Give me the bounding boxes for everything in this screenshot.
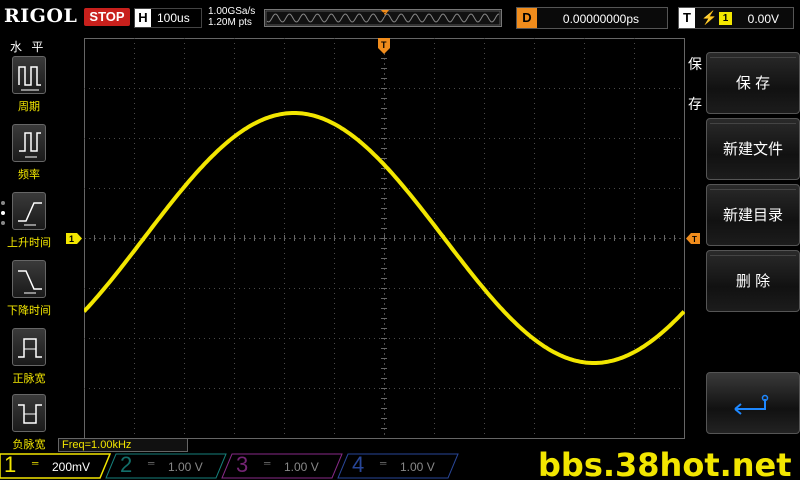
measure-negative-width-label: 负脉宽 [12, 439, 46, 451]
softkey-new-folder[interactable]: 新建目录 [706, 184, 800, 246]
fall-time-icon [12, 260, 46, 298]
watermark: bbs.38hot.net [538, 446, 792, 480]
dc-coupling-icon: ═ [148, 458, 155, 468]
measure-rise-time-button[interactable]: 上升时间 [2, 192, 56, 254]
channel2-tab[interactable]: 2 ═ 1.00 V [120, 452, 220, 478]
channel3-scale: 1.00 V [284, 460, 319, 474]
channel1-offset-marker[interactable]: 1 [66, 233, 82, 244]
measure-period-label: 周期 [18, 101, 40, 113]
acquisition-info: 1.00GSa/s 1.20M pts [208, 6, 255, 28]
measure-fall-time-label: 下降时间 [7, 305, 51, 317]
waveform-display[interactable] [84, 38, 685, 439]
delay-box[interactable]: D 0.00000000ps [516, 7, 668, 29]
measure-frequency-button[interactable]: 频率 [2, 124, 56, 186]
channel4-number: 4 [352, 452, 365, 477]
softkey-delete-label: 删 除 [735, 273, 771, 290]
softkey-delete[interactable]: 删 除 [706, 250, 800, 312]
rising-edge-icon: ⚡ [701, 10, 718, 25]
softkey-new-file[interactable]: 新建文件 [706, 118, 800, 180]
brand-logo: RIGOL [4, 5, 78, 27]
measure-negative-width-button[interactable]: 负脉宽 [2, 394, 56, 456]
softkey-back[interactable] [706, 372, 800, 434]
dc-coupling-icon: ═ [264, 458, 271, 468]
channel3-number: 3 [236, 452, 249, 477]
trigger-box[interactable]: T ⚡ 1 0.00V [678, 7, 794, 29]
softkey-new-folder-label: 新建目录 [722, 207, 783, 224]
measure-period-button[interactable]: 周期 [2, 56, 56, 118]
trigger-position-marker[interactable]: T [378, 38, 390, 54]
delay-value: 0.00000000ps [562, 12, 639, 26]
period-icon [12, 56, 46, 94]
measure-positive-width-label: 正脉宽 [12, 373, 46, 385]
run-stop-indicator[interactable]: STOP [84, 8, 130, 26]
channel1-number: 1 [4, 452, 17, 477]
frequency-readout: Freq=1.00kHz [58, 438, 188, 452]
channel2-number: 2 [120, 452, 133, 477]
horizontal-timebase[interactable]: H 100us [134, 8, 202, 28]
rise-time-icon [12, 192, 46, 230]
measure-page-indicator [1, 201, 7, 231]
sample-rate: 1.00GSa/s [208, 6, 256, 17]
graticule [84, 38, 685, 439]
measure-fall-time-button[interactable]: 下降时间 [2, 260, 56, 322]
softkey-save-label: 保 存 [735, 75, 771, 92]
channel1-scale: 200mV [52, 460, 91, 474]
measure-category-title[interactable]: 水 平 [10, 38, 46, 55]
channel4-tab[interactable]: 4 ═ 1.00 V [352, 452, 452, 478]
top-status-bar: RIGOL STOP H 100us 1.00GSa/s 1.20M pts T… [0, 0, 800, 36]
svg-text:T: T [381, 40, 387, 50]
memory-overview-wave: T [265, 10, 501, 26]
dc-coupling-icon: ═ [380, 458, 387, 468]
memory-overview-strip: T [264, 9, 502, 27]
measure-positive-width-button[interactable]: 正脉宽 [2, 328, 56, 390]
frequency-icon [12, 124, 46, 162]
measure-rise-time-label: 上升时间 [7, 237, 51, 249]
softkey-menu: 保存 保 存 新建文件 新建目录 删 除 [686, 38, 800, 438]
trigger-tag: T [679, 8, 695, 28]
trigger-source: 1 [719, 12, 732, 25]
softkey-save[interactable]: 保 存 [706, 52, 800, 114]
channel1-tab[interactable]: 1 ═ 200mV [4, 452, 104, 478]
measure-frequency-label: 频率 [18, 169, 40, 181]
dc-coupling-icon: ═ [32, 458, 39, 468]
delay-tag: D [517, 8, 537, 28]
positive-width-icon [12, 328, 46, 366]
trigger-level: 0.00V [747, 12, 779, 26]
svg-text:1: 1 [69, 234, 74, 244]
return-arrow-icon [734, 394, 769, 415]
channel2-scale: 1.00 V [168, 460, 203, 474]
memory-depth: 1.20M pts [208, 17, 252, 28]
channel4-scale: 1.00 V [400, 460, 435, 474]
softkey-new-file-label: 新建文件 [722, 141, 783, 158]
negative-width-icon [12, 394, 46, 432]
measure-sidebar: 水 平 周期 频率 上升时间 下降时间 正脉宽 负脉宽 [0, 36, 58, 452]
timebase-value: 100us [157, 11, 190, 25]
svg-text:T: T [382, 13, 386, 19]
menu-title: 保存 [688, 56, 702, 112]
channel3-tab[interactable]: 3 ═ 1.00 V [236, 452, 336, 478]
horizontal-tag: H [135, 9, 151, 27]
